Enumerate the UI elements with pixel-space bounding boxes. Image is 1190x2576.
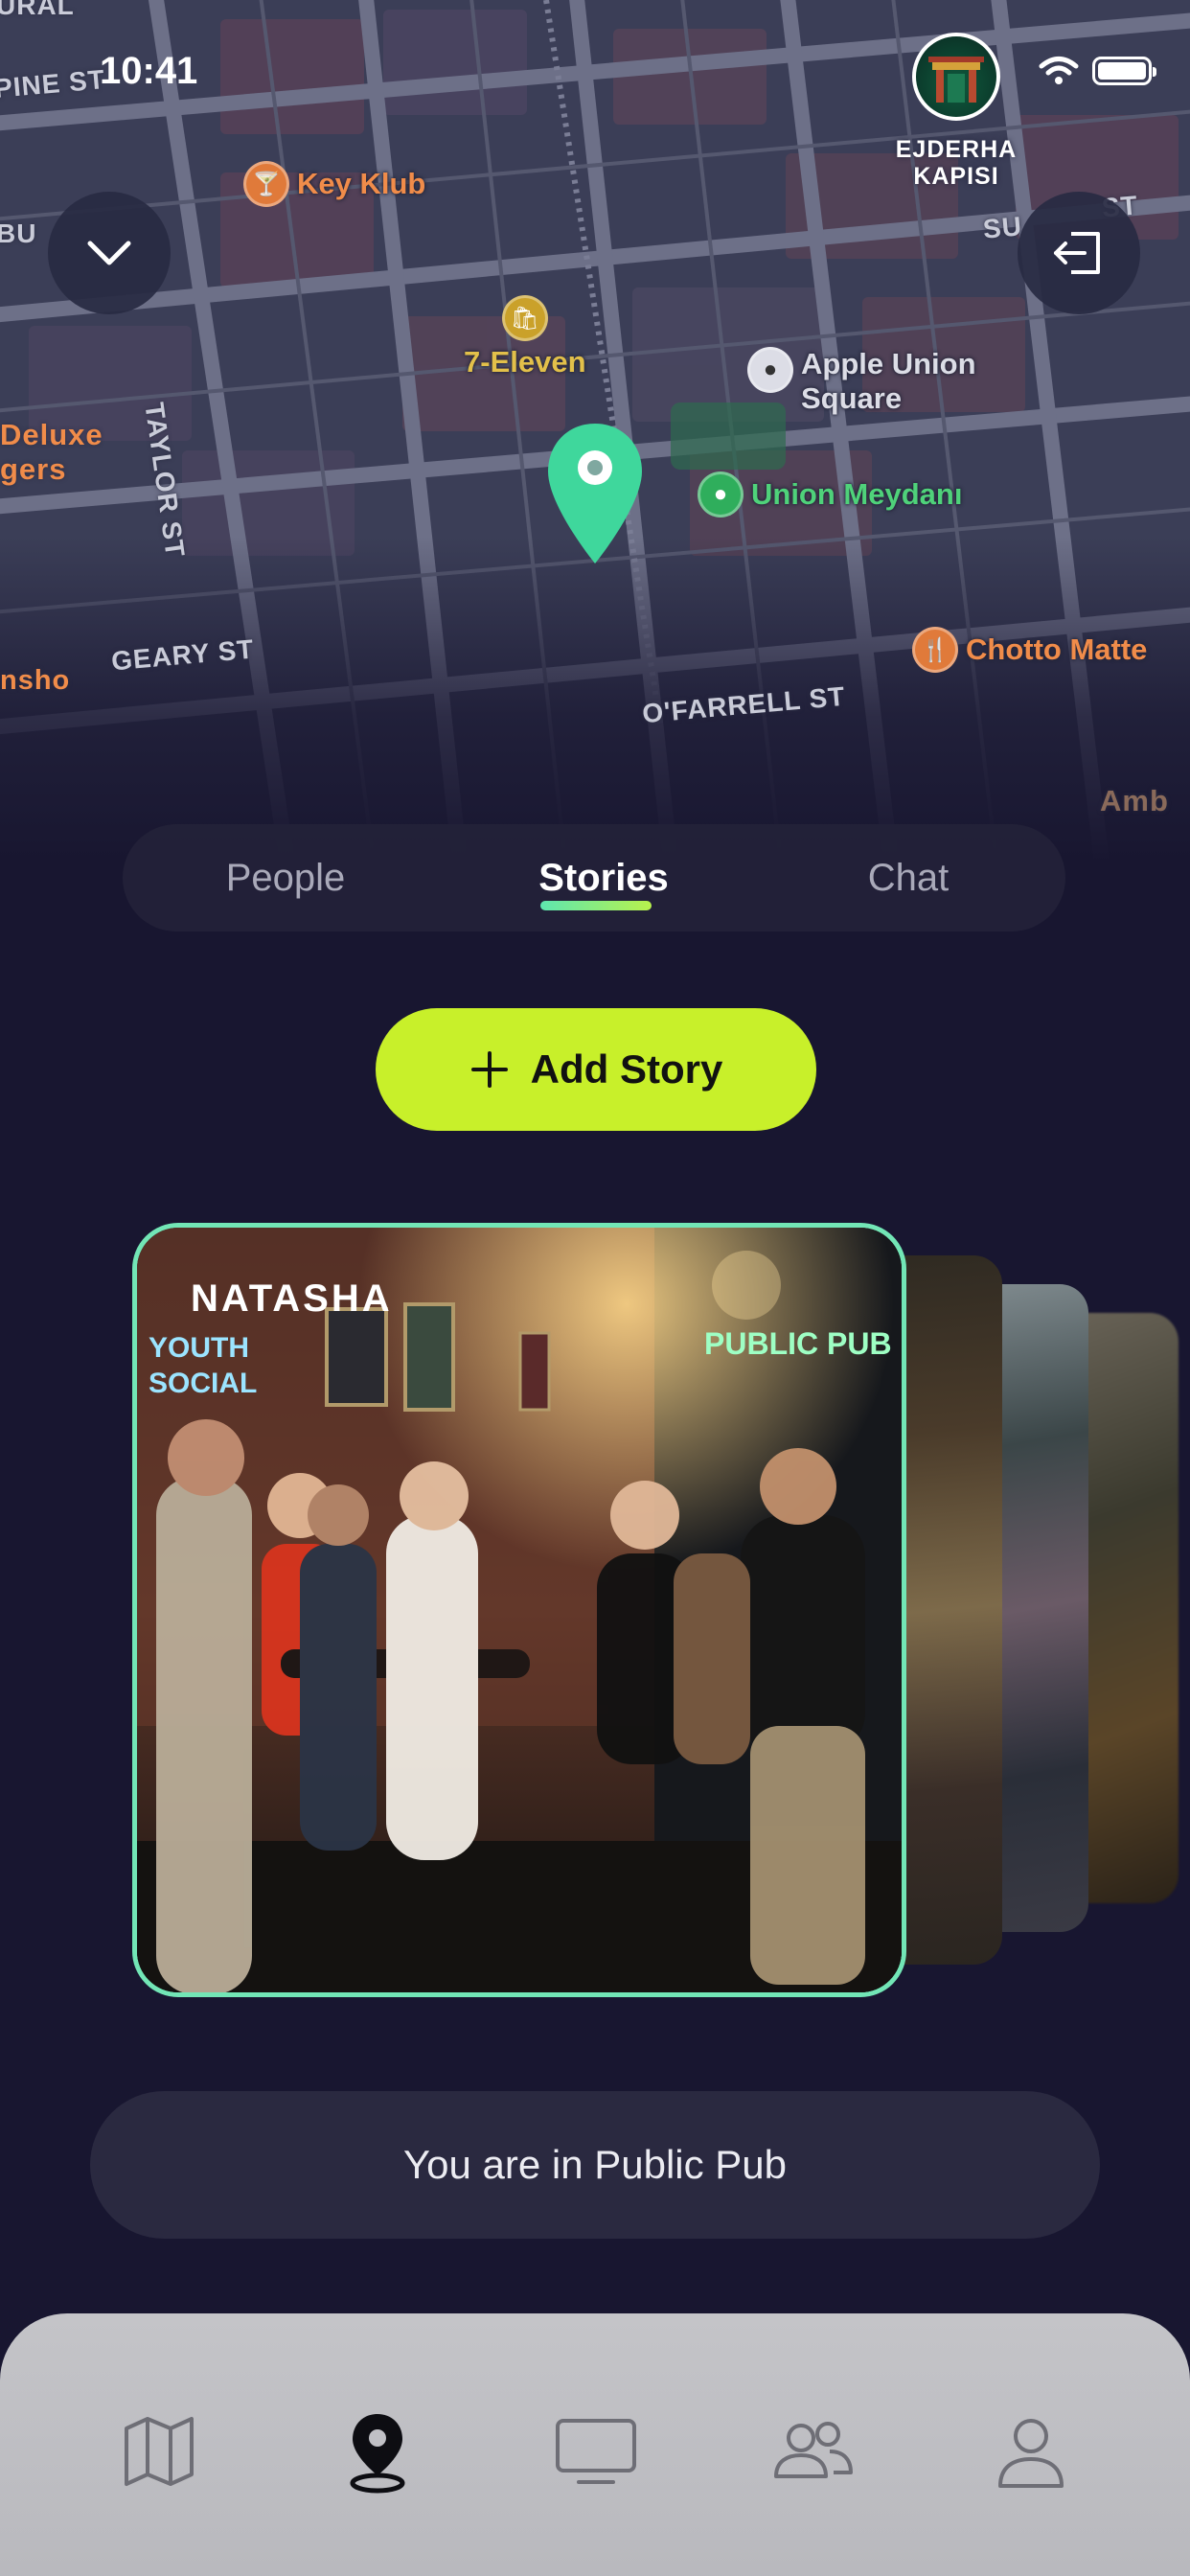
current-location-text: You are in Public Pub [402,2142,788,2187]
map-view[interactable]: PINE ST TAYLOR ST GEARY ST O'FARRELL ST … [0,0,1190,862]
map-fade-overlay [0,537,1190,862]
nav-people-button[interactable] [755,2394,870,2509]
nav-tv-button[interactable] [538,2394,653,2509]
bottom-tab-bar [0,2313,1190,2576]
poi-key-klub[interactable]: 🍸 Key Klub [243,161,425,207]
poi-partial-gers: gers [0,452,67,486]
tab-stories[interactable]: Stories [489,824,719,932]
neon-sign-public-pub: PUBLIC PUB [704,1326,892,1361]
poi-chotto-matte[interactable]: 🍴 Chotto Matte [912,627,1147,673]
bar-icon: 🍸 [243,161,289,207]
nav-profile-button[interactable] [973,2394,1088,2509]
park-icon: ● [698,472,744,518]
status-indicators [1039,56,1156,86]
battery-icon [1092,57,1156,85]
tab-chat[interactable]: Chat [812,824,1004,932]
map-location-pin-icon[interactable] [542,420,648,569]
shop-icon: 🛍 [501,295,548,341]
poi-apple-label: Apple Union Square [801,347,976,415]
chevron-down-icon [87,241,131,265]
street-label-partial-bu: BU [0,218,37,248]
street-label-partial-ural: URAL [0,0,75,20]
story-card-natasha[interactable]: YOUTH SOCIAL PUBLIC PUB NATASHA [132,1223,906,1997]
nav-location-button[interactable] [320,2394,435,2509]
poi-partial-nsho: nsho [0,665,71,696]
restaurant-icon: 🍴 [912,627,958,673]
map-icon [125,2417,194,2486]
neon-sign-youth: YOUTH [149,1332,249,1364]
status-time: 10:41 [100,50,198,92]
poi-7-eleven[interactable]: 🛍 7-Eleven [464,295,586,380]
story-user-name: NATASHA [191,1277,393,1320]
poi-partial-amb: Amb [1100,784,1169,817]
venue-name: EJDERHA KAPISI [895,136,1018,190]
tv-icon [556,2419,636,2484]
gate-icon [928,57,984,103]
nav-map-button[interactable] [102,2394,217,2509]
street-label-su: SU [981,211,1024,244]
neon-sign-social: SOCIAL [149,1368,257,1399]
exit-venue-button[interactable] [1018,192,1140,314]
current-location-bar: You are in Public Pub [90,2091,1100,2239]
profile-icon [998,2419,1064,2488]
add-story-button[interactable]: Add Story [376,1008,816,1131]
location-pin-icon [350,2414,405,2494]
story-photo: YOUTH SOCIAL PUBLIC PUB [137,1228,902,1992]
apple-icon: ● [747,347,793,393]
people-icon [774,2422,853,2478]
poi-apple-union-square[interactable]: ● Apple Union Square [747,347,976,416]
logout-icon [1054,232,1100,274]
collapse-map-button[interactable] [48,192,171,314]
active-tab-indicator [540,901,652,910]
poi-partial-deluxe: Deluxe [0,418,103,451]
add-story-label: Add Story [530,1046,723,1092]
venue-avatar[interactable] [912,33,1000,121]
story-thumbnail-1[interactable] [891,1255,1002,1965]
plus-icon [470,1051,508,1088]
tab-people[interactable]: People [180,824,391,932]
segmented-tabs: People Stories Chat [123,824,1065,932]
poi-union-meydani[interactable]: ● Union Meydanı [698,472,962,518]
wifi-icon [1039,57,1079,84]
app-root: PINE ST TAYLOR ST GEARY ST O'FARRELL ST … [0,0,1190,2576]
